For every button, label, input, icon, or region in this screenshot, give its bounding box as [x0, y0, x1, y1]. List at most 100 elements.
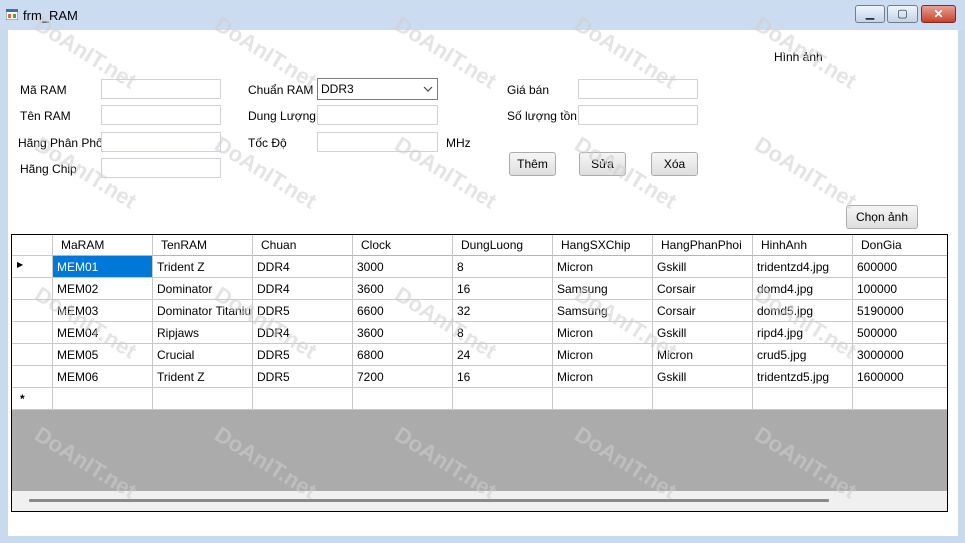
- table-cell-maram[interactable]: MEM01: [53, 256, 153, 278]
- so-luong-ton-input[interactable]: [578, 105, 698, 125]
- table-row[interactable]: ▶ MEM01 Trident Z DDR4 3000 8 Micron Gskill trid…: [12, 256, 947, 278]
- table-cell-tenram[interactable]: [153, 388, 253, 410]
- table-cell-dungluong[interactable]: 8: [453, 256, 553, 278]
- table-cell-dungluong[interactable]: 8: [453, 322, 553, 344]
- table-cell-dungluong[interactable]: 24: [453, 344, 553, 366]
- table-cell-dungluong[interactable]: 32: [453, 300, 553, 322]
- table-cell-hangphanphoi[interactable]: [653, 388, 753, 410]
- table-cell-dongia[interactable]: 600000: [853, 256, 947, 278]
- table-cell-hangphanphoi[interactable]: Corsair: [653, 278, 753, 300]
- table-cell-hangsxchip[interactable]: Samsung: [553, 278, 653, 300]
- table-cell-hinhanh[interactable]: crud5.jpg: [753, 344, 853, 366]
- column-header-hinhanh[interactable]: HinhAnh: [753, 235, 853, 256]
- table-cell-maram[interactable]: MEM06: [53, 366, 153, 388]
- dung-luong-input[interactable]: [317, 105, 438, 125]
- table-cell-hangphanphoi[interactable]: Micron: [653, 344, 753, 366]
- table-cell-tenram[interactable]: Crucial: [153, 344, 253, 366]
- table-cell-chuan[interactable]: DDR4: [253, 322, 353, 344]
- column-header-hangsxchip[interactable]: HangSXChip: [553, 235, 653, 256]
- column-header-dongia[interactable]: DonGia: [853, 235, 947, 256]
- table-cell-hangphanphoi[interactable]: Corsair: [653, 300, 753, 322]
- hang-chip-input[interactable]: [101, 158, 221, 178]
- table-cell-dungluong[interactable]: 16: [453, 278, 553, 300]
- table-row[interactable]: MEM06 Trident Z DDR5 7200 16 Micron Gskill trid…: [12, 366, 947, 388]
- ram-data-grid[interactable]: MaRAM TenRAM Chuan Clock DungLuong HangSXChip…: [11, 234, 948, 512]
- table-cell-hangsxchip[interactable]: [553, 388, 653, 410]
- ma-ram-input[interactable]: [101, 79, 221, 99]
- table-cell-tenram[interactable]: Dominator Titanium: [153, 300, 253, 322]
- table-row[interactable]: MEM03 Dominator Titanium DDR5 6600 32 Samsung…: [12, 300, 947, 322]
- table-cell-chuan[interactable]: DDR4: [253, 256, 353, 278]
- column-header-chuan[interactable]: Chuan: [253, 235, 353, 256]
- table-cell-maram[interactable]: MEM05: [53, 344, 153, 366]
- column-header-hangphanphoi[interactable]: HangPhanPhoi: [653, 235, 753, 256]
- table-cell-chuan[interactable]: [253, 388, 353, 410]
- row-header[interactable]: [12, 322, 53, 344]
- table-cell-hinhanh[interactable]: domd5.jpg: [753, 300, 853, 322]
- table-cell-hangphanphoi[interactable]: Gskill: [653, 366, 753, 388]
- table-cell-dongia[interactable]: 500000: [853, 322, 947, 344]
- row-header[interactable]: [12, 278, 53, 300]
- table-cell-tenram[interactable]: Trident Z: [153, 366, 253, 388]
- table-cell-clock[interactable]: 6600: [353, 300, 453, 322]
- table-cell-hangsxchip[interactable]: Samsung: [553, 300, 653, 322]
- hang-phan-phoi-input[interactable]: [101, 132, 221, 152]
- row-header[interactable]: *: [12, 388, 53, 410]
- grid-corner-cell[interactable]: [12, 235, 53, 256]
- table-cell-hinhanh[interactable]: domd4.jpg: [753, 278, 853, 300]
- table-cell-clock[interactable]: 3600: [353, 278, 453, 300]
- table-cell-chuan[interactable]: DDR4: [253, 278, 353, 300]
- edit-button[interactable]: Sửa: [579, 152, 626, 176]
- table-cell-hinhanh[interactable]: [753, 388, 853, 410]
- table-row[interactable]: MEM04 Ripjaws DDR4 3600 8 Micron Gskill ripd4.j…: [12, 322, 947, 344]
- table-cell-hinhanh[interactable]: tridentzd5.jpg: [753, 366, 853, 388]
- row-header[interactable]: [12, 366, 53, 388]
- table-cell-tenram[interactable]: Dominator: [153, 278, 253, 300]
- table-cell-hangsxchip[interactable]: Micron: [553, 344, 653, 366]
- gia-ban-input[interactable]: [578, 79, 698, 99]
- column-header-clock[interactable]: Clock: [353, 235, 453, 256]
- table-cell-dongia[interactable]: 3000000: [853, 344, 947, 366]
- ten-ram-input[interactable]: [101, 105, 221, 125]
- table-cell-chuan[interactable]: DDR5: [253, 366, 353, 388]
- title-bar[interactable]: frm_RAM ▁ ▢ ✕: [0, 0, 965, 30]
- table-cell-hinhanh[interactable]: ripd4.jpg: [753, 322, 853, 344]
- table-cell-clock[interactable]: 3000: [353, 256, 453, 278]
- table-cell-maram[interactable]: MEM02: [53, 278, 153, 300]
- column-header-dungluong[interactable]: DungLuong: [453, 235, 553, 256]
- table-cell-hinhanh[interactable]: tridentzd4.jpg: [753, 256, 853, 278]
- table-cell-dongia[interactable]: 5190000: [853, 300, 947, 322]
- chuan-ram-select[interactable]: DDR3: [317, 78, 438, 100]
- table-cell-maram[interactable]: MEM03: [53, 300, 153, 322]
- table-cell-tenram[interactable]: Trident Z: [153, 256, 253, 278]
- table-cell-hangphanphoi[interactable]: Gskill: [653, 256, 753, 278]
- table-cell-hangsxchip[interactable]: Micron: [553, 322, 653, 344]
- table-cell-maram[interactable]: MEM04: [53, 322, 153, 344]
- close-button[interactable]: ✕: [921, 5, 956, 23]
- table-cell-hangsxchip[interactable]: Micron: [553, 256, 653, 278]
- table-row[interactable]: MEM05 Crucial DDR5 6800 24 Micron Micron crud5.…: [12, 344, 947, 366]
- table-cell-hangphanphoi[interactable]: Gskill: [653, 322, 753, 344]
- table-cell-dongia[interactable]: [853, 388, 947, 410]
- table-cell-dungluong[interactable]: 16: [453, 366, 553, 388]
- horizontal-scrollbar[interactable]: [12, 491, 947, 511]
- table-cell-hangsxchip[interactable]: Micron: [553, 366, 653, 388]
- grid-new-row[interactable]: *: [12, 388, 947, 410]
- table-cell-dongia[interactable]: 1600000: [853, 366, 947, 388]
- table-cell-dongia[interactable]: 100000: [853, 278, 947, 300]
- table-row[interactable]: MEM02 Dominator DDR4 3600 16 Samsung Corsair do…: [12, 278, 947, 300]
- table-cell-clock[interactable]: 6800: [353, 344, 453, 366]
- table-cell-tenram[interactable]: Ripjaws: [153, 322, 253, 344]
- maximize-button[interactable]: ▢: [887, 5, 918, 23]
- table-cell-chuan[interactable]: DDR5: [253, 344, 353, 366]
- row-header[interactable]: [12, 300, 53, 322]
- table-cell-chuan[interactable]: DDR5: [253, 300, 353, 322]
- toc-do-input[interactable]: [317, 132, 438, 152]
- add-button[interactable]: Thêm: [509, 152, 556, 176]
- scrollbar-thumb[interactable]: [29, 499, 829, 502]
- column-header-tenram[interactable]: TenRAM: [153, 235, 253, 256]
- row-header[interactable]: ▶: [12, 256, 53, 278]
- column-header-maram[interactable]: MaRAM: [53, 235, 153, 256]
- table-cell-dungluong[interactable]: [453, 388, 553, 410]
- choose-image-button[interactable]: Chọn ảnh: [846, 205, 918, 229]
